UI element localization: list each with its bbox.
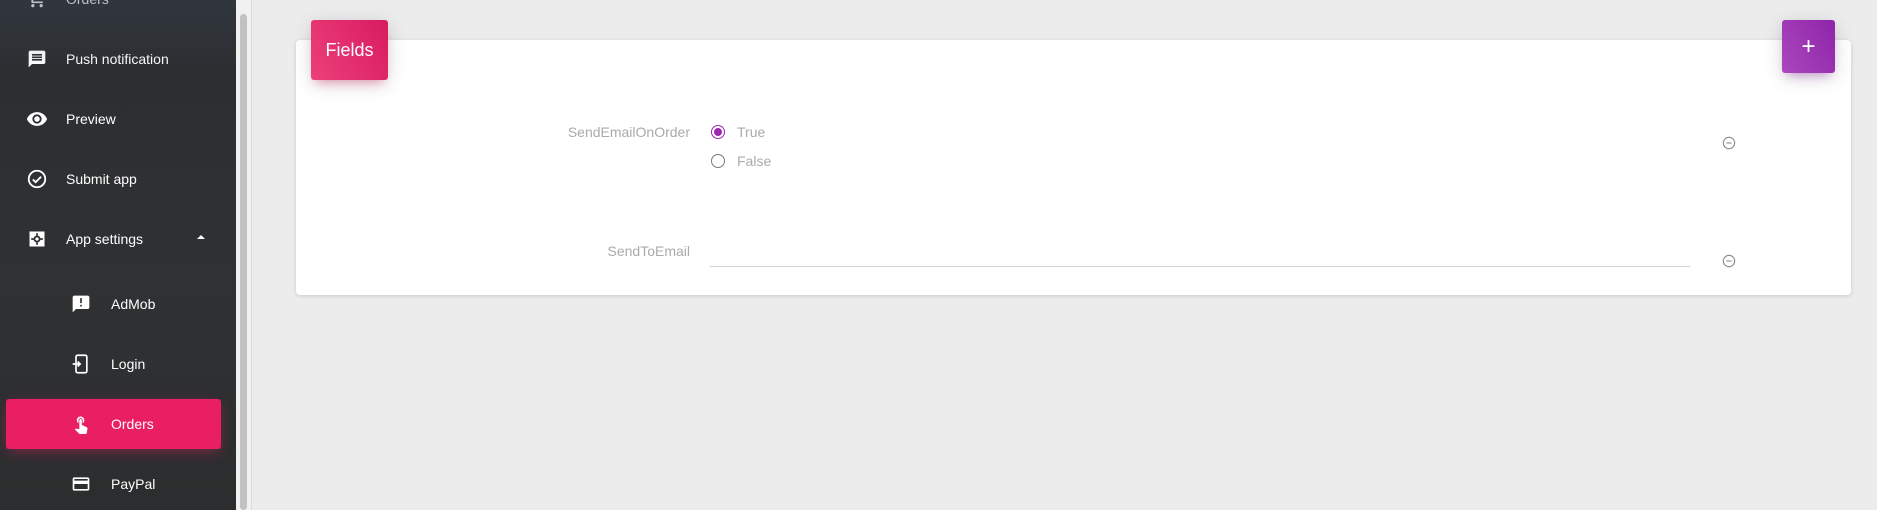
sidebar-item-preview[interactable]: Preview	[6, 94, 221, 144]
radio-button-unchecked[interactable]	[711, 154, 725, 168]
sidebar: Orders Push notification Preview Submit …	[0, 0, 236, 510]
remove-circle-icon[interactable]	[1722, 254, 1736, 268]
add-field-button[interactable]: +	[1782, 20, 1835, 73]
radio-button-checked[interactable]	[711, 125, 725, 139]
radio-label-true: True	[737, 124, 766, 140]
feedback-icon	[70, 293, 92, 315]
plus-icon: +	[1801, 33, 1816, 60]
sidebar-item-submit-app[interactable]: Submit app	[6, 154, 221, 204]
card-title-badge: Fields	[311, 20, 388, 80]
cart-icon	[26, 0, 48, 10]
field-label-send-email-on-order: SendEmailOnOrder	[567, 124, 690, 140]
sidebar-item-app-settings[interactable]: App settings	[6, 214, 221, 264]
sidebar-item-label: Login	[111, 356, 146, 372]
sidebar-item-paypal[interactable]: PayPal	[6, 459, 221, 509]
sidebar-scrollbar[interactable]	[236, 0, 252, 510]
touch-icon	[70, 413, 92, 435]
card-title: Fields	[325, 39, 374, 60]
sidebar-item-label: Push notification	[66, 51, 169, 67]
sidebar-item-label: Orders	[66, 0, 109, 24]
radio-label-false: False	[737, 153, 772, 169]
sidebar-item-label: AdMob	[111, 296, 156, 312]
list-icon	[26, 48, 48, 70]
remove-circle-icon[interactable]	[1722, 136, 1736, 150]
sidebar-item-label: App settings	[66, 231, 144, 247]
sidebar-item-login[interactable]: Login	[6, 339, 221, 389]
sidebar-item-label: PayPal	[111, 476, 156, 492]
sidebar-item-orders[interactable]: Orders	[6, 399, 221, 449]
sidebar-item-push-notification[interactable]: Push notification	[6, 34, 221, 84]
eye-icon	[26, 108, 48, 130]
sidebar-item-label: Submit app	[66, 171, 137, 187]
sidebar-item-label: Preview	[66, 111, 116, 127]
settings-icon	[26, 228, 48, 250]
radio-option-true[interactable]: True	[711, 124, 765, 140]
check-circle-icon	[26, 168, 48, 190]
sidebar-item-label: Orders	[111, 416, 154, 432]
credit-card-icon	[70, 473, 92, 495]
send-to-email-input[interactable]	[710, 240, 1690, 267]
sidebar-item-admob[interactable]: AdMob	[6, 279, 221, 329]
phone-login-icon	[70, 353, 92, 375]
caret-up-icon	[197, 235, 205, 239]
field-label-send-to-email: SendToEmail	[607, 243, 691, 259]
sidebar-item-orders-top[interactable]: Orders	[6, 0, 221, 24]
scrollbar-thumb[interactable]	[240, 14, 247, 510]
radio-option-false[interactable]: False	[711, 153, 771, 169]
